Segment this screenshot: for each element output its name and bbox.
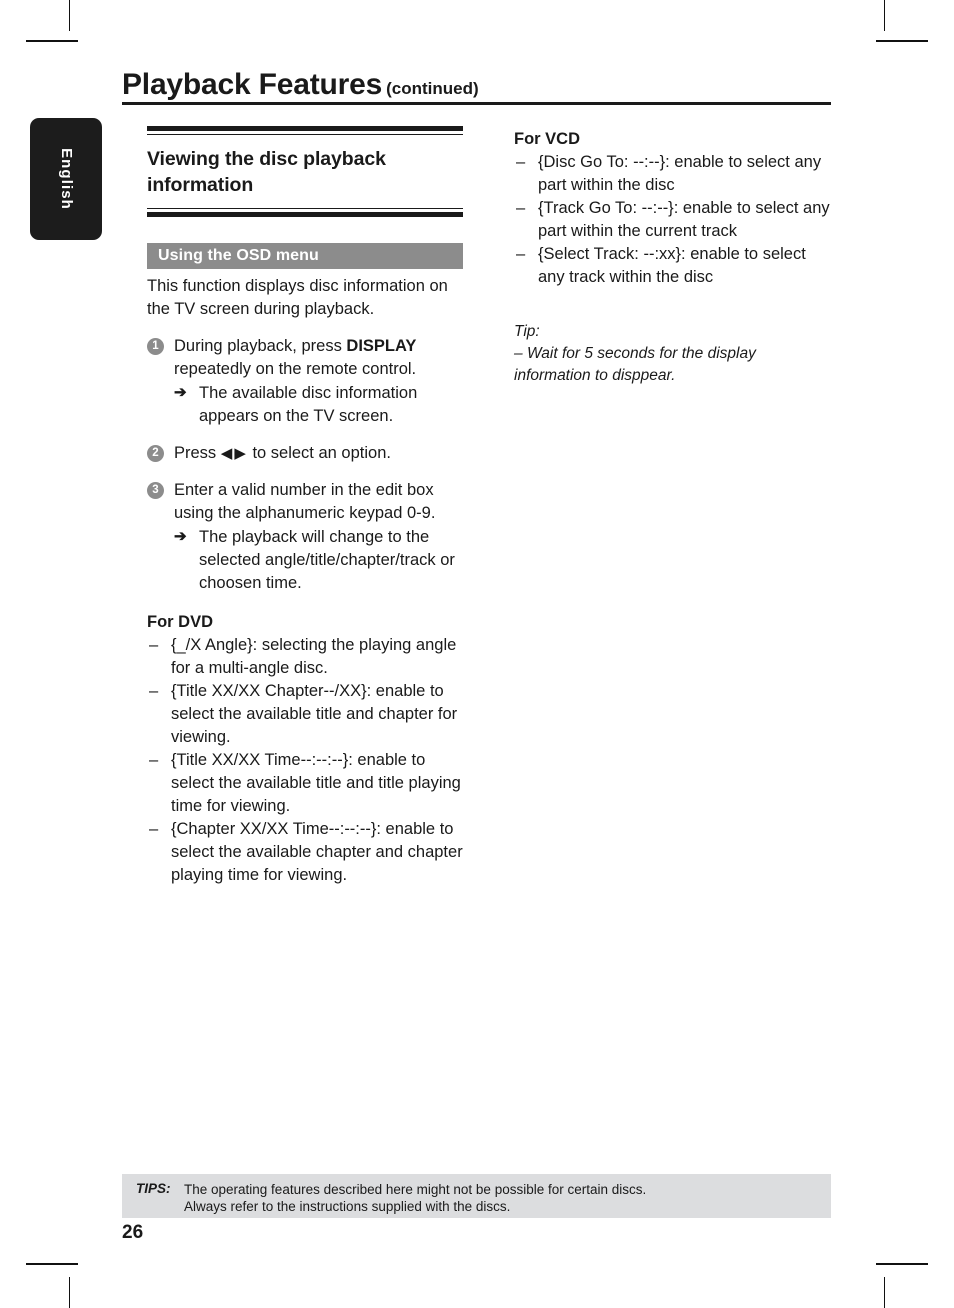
tip-label: Tip: <box>514 323 540 340</box>
tip-dash: – <box>514 345 523 362</box>
crop-mark-top-left <box>69 0 70 31</box>
dash-bullet: – <box>149 636 159 654</box>
vcd-heading: For VCD <box>514 130 580 148</box>
tip-text: Wait for 5 seconds for the display infor… <box>514 345 756 384</box>
dvd-heading: For DVD <box>147 613 213 631</box>
crop-mark-right-bottom <box>876 1263 928 1265</box>
page-title-continued: (continued) <box>386 79 479 98</box>
step-2-text-before: Press <box>174 444 221 462</box>
intro-paragraph: This function displays disc information … <box>147 277 448 318</box>
dvd-list-item: – {_/X Angle}: selecting the playing ang… <box>147 634 463 680</box>
left-column: Viewing the disc playback information Us… <box>147 126 463 887</box>
dash-bullet: – <box>149 820 159 838</box>
crop-mark-right-top <box>876 40 928 42</box>
step-1-result: ➔ The available disc information appears… <box>174 382 463 428</box>
triangle-right-icon: ▶ <box>234 445 248 462</box>
step-2-text-after: to select an option. <box>247 444 391 462</box>
tips-label: TIPS: <box>136 1181 171 1196</box>
tips-line-1: The operating features described here mi… <box>184 1182 647 1197</box>
crop-mark-bottom-right <box>884 1277 885 1308</box>
step-1-bold-display: DISPLAY <box>346 337 417 355</box>
dash-bullet: – <box>516 153 526 171</box>
header-divider <box>122 102 831 105</box>
dvd-list-item: – {Title XX/XX Time--:--:--}: enable to … <box>147 749 463 818</box>
vcd-list-item-text: {Track Go To: --:--}: enable to select a… <box>538 199 830 240</box>
arrow-right-icon: ➔ <box>174 528 187 545</box>
arrow-right-icon: ➔ <box>174 384 187 401</box>
vcd-list-item: – {Track Go To: --:--}: enable to select… <box>514 197 832 243</box>
dash-bullet: – <box>516 199 526 217</box>
step-number-1: 1 <box>147 338 164 355</box>
tip-body: – Wait for 5 seconds for the display inf… <box>514 343 832 387</box>
step-3-text: Enter a valid number in the edit box usi… <box>174 481 436 522</box>
section-rule-bottom-thick <box>147 212 463 217</box>
tips-line-2: Always refer to the instructions supplie… <box>184 1199 511 1214</box>
crop-mark-left-bottom <box>26 1263 78 1265</box>
crop-mark-left-top <box>26 40 78 42</box>
step-1-result-text: The available disc information appears o… <box>199 384 418 425</box>
dvd-list-item: – {Title XX/XX Chapter--/XX}: enable to … <box>147 680 463 749</box>
tip-block: Tip: – Wait for 5 seconds for the displa… <box>514 321 832 387</box>
step-2: 2 Press ◀▶ to select an option. <box>147 442 463 465</box>
vcd-list-item-text: {Disc Go To: --:--}: enable to select an… <box>538 153 822 194</box>
language-tab: English <box>30 118 102 240</box>
step-number-2: 2 <box>147 445 164 462</box>
vcd-list-item-text: {Select Track: --:xx}: enable to select … <box>538 245 806 286</box>
right-column: For VCD – {Disc Go To: --:--}: enable to… <box>514 126 832 387</box>
step-number-3: 3 <box>147 482 164 499</box>
dvd-list-item-text: {Title XX/XX Chapter--/XX}: enable to se… <box>171 682 458 746</box>
step-1-text-before: During playback, press <box>174 337 347 355</box>
dvd-list-item-text: {Chapter XX/XX Time--:--:--}: enable to … <box>171 820 463 884</box>
step-3-result-text: The playback will change to the selected… <box>199 528 455 592</box>
dvd-list-item: – {Chapter XX/XX Time--:--:--}: enable t… <box>147 818 463 887</box>
language-tab-label: English <box>58 148 75 210</box>
dvd-list-item-text: {Title XX/XX Time--:--:--}: enable to se… <box>171 751 461 815</box>
crop-mark-top-right <box>884 0 885 31</box>
page-title: Playback Features (continued) <box>122 68 822 102</box>
step-3-result: ➔ The playback will change to the select… <box>174 526 463 595</box>
tips-box: TIPS: The operating features described h… <box>122 1174 831 1218</box>
section-heading: Viewing the disc playback information <box>147 148 386 196</box>
dvd-list-item-text: {_/X Angle}: selecting the playing angle… <box>171 636 457 677</box>
triangle-left-icon: ◀ <box>220 445 235 462</box>
dash-bullet: – <box>149 682 159 700</box>
step-1: 1 During playback, press DISPLAY repeate… <box>147 335 463 428</box>
dash-bullet: – <box>149 751 159 769</box>
step-3: 3 Enter a valid number in the edit box u… <box>147 479 463 595</box>
page-number: 26 <box>122 1222 144 1243</box>
vcd-list-item: – {Disc Go To: --:--}: enable to select … <box>514 151 832 197</box>
dash-bullet: – <box>516 245 526 263</box>
tips-lines: The operating features described here mi… <box>184 1181 646 1215</box>
subsection-bar-osd-menu: Using the OSD menu <box>147 243 463 269</box>
vcd-list-item: – {Select Track: --:xx}: enable to selec… <box>514 243 832 289</box>
step-1-text-after: repeatedly on the remote control. <box>174 360 417 378</box>
crop-mark-bottom-left <box>69 1277 70 1308</box>
page-title-main: Playback Features <box>122 68 383 101</box>
